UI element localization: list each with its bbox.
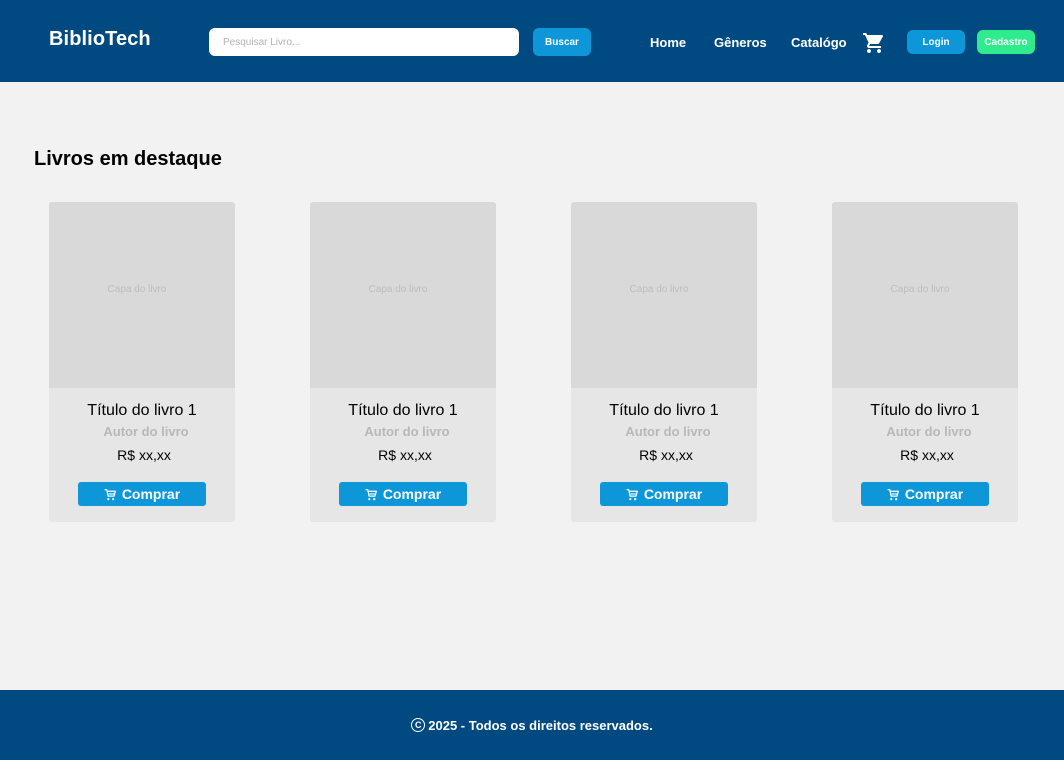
shopping-cart-icon xyxy=(887,488,899,500)
nav-link-catalogo[interactable]: Catalógo xyxy=(791,35,847,50)
section-title: Livros em destaque xyxy=(34,148,222,170)
buy-button[interactable]: Comprar xyxy=(339,482,467,506)
buy-button[interactable]: Comprar xyxy=(600,482,728,506)
buy-button-label: Comprar xyxy=(382,486,442,502)
logo[interactable]: BiblioTech xyxy=(49,28,151,51)
book-cover[interactable]: Capa do livro xyxy=(571,202,757,388)
book-cover[interactable]: Capa do livro xyxy=(832,202,1018,388)
buy-button[interactable]: Comprar xyxy=(78,482,206,506)
book-title[interactable]: Título do livro 1 xyxy=(832,402,1018,420)
search-button[interactable]: Buscar xyxy=(533,28,591,56)
book-cover-label: Capa do livro xyxy=(629,283,689,295)
book-card: Capa do livro Título do livro 1 Autor do… xyxy=(310,202,496,522)
buy-button-label: Comprar xyxy=(121,486,181,502)
shopping-cart-icon xyxy=(626,488,638,500)
book-cover[interactable]: Capa do livro xyxy=(49,202,235,388)
copyright-icon: C xyxy=(411,718,426,732)
book-cover-label: Capa do livro xyxy=(890,283,950,295)
book-author: Autor do livro xyxy=(103,424,189,439)
book-cover-label: Capa do livro xyxy=(107,283,167,295)
shopping-cart-icon xyxy=(365,488,377,500)
shopping-cart-icon xyxy=(863,33,884,53)
book-card: Capa do livro Título do livro 1 Autor do… xyxy=(832,202,1018,522)
book-price: R$ xx,xx xyxy=(900,447,954,463)
nav-link-home[interactable]: Home xyxy=(650,35,686,50)
nav-link-generos[interactable]: Gêneros xyxy=(714,35,767,50)
book-title[interactable]: Título do livro 1 xyxy=(310,402,496,420)
book-author: Autor do livro xyxy=(364,424,450,439)
search-input[interactable] xyxy=(209,28,519,56)
book-card: Capa do livro Título do livro 1 Autor do… xyxy=(49,202,235,522)
book-title[interactable]: Título do livro 1 xyxy=(49,402,235,420)
shopping-cart-icon xyxy=(104,488,116,500)
book-author: Autor do livro xyxy=(625,424,711,439)
book-author: Autor do livro xyxy=(886,424,972,439)
signup-button[interactable]: Cadastro xyxy=(977,30,1035,54)
cart-button[interactable] xyxy=(862,31,886,55)
book-price: R$ xx,xx xyxy=(117,447,171,463)
buy-button-label: Comprar xyxy=(643,486,703,502)
book-price: R$ xx,xx xyxy=(378,447,432,463)
book-cover[interactable]: Capa do livro xyxy=(310,202,496,388)
book-card: Capa do livro Título do livro 1 Autor do… xyxy=(571,202,757,522)
book-cover-label: Capa do livro xyxy=(368,283,428,295)
footer-text: 2025 - Todos os direitos reservados. xyxy=(428,717,653,733)
book-price: R$ xx,xx xyxy=(639,447,693,463)
buy-button[interactable]: Comprar xyxy=(861,482,989,506)
book-title[interactable]: Título do livro 1 xyxy=(571,402,757,420)
footer: C 2025 - Todos os direitos reservados. xyxy=(0,690,1064,760)
footer-copyright: C 2025 - Todos os direitos reservados. xyxy=(411,717,653,733)
buy-button-label: Comprar xyxy=(904,486,964,502)
top-navbar: BiblioTech Buscar Home Gêneros Catalógo … xyxy=(0,0,1064,82)
login-button[interactable]: Login xyxy=(907,30,965,54)
